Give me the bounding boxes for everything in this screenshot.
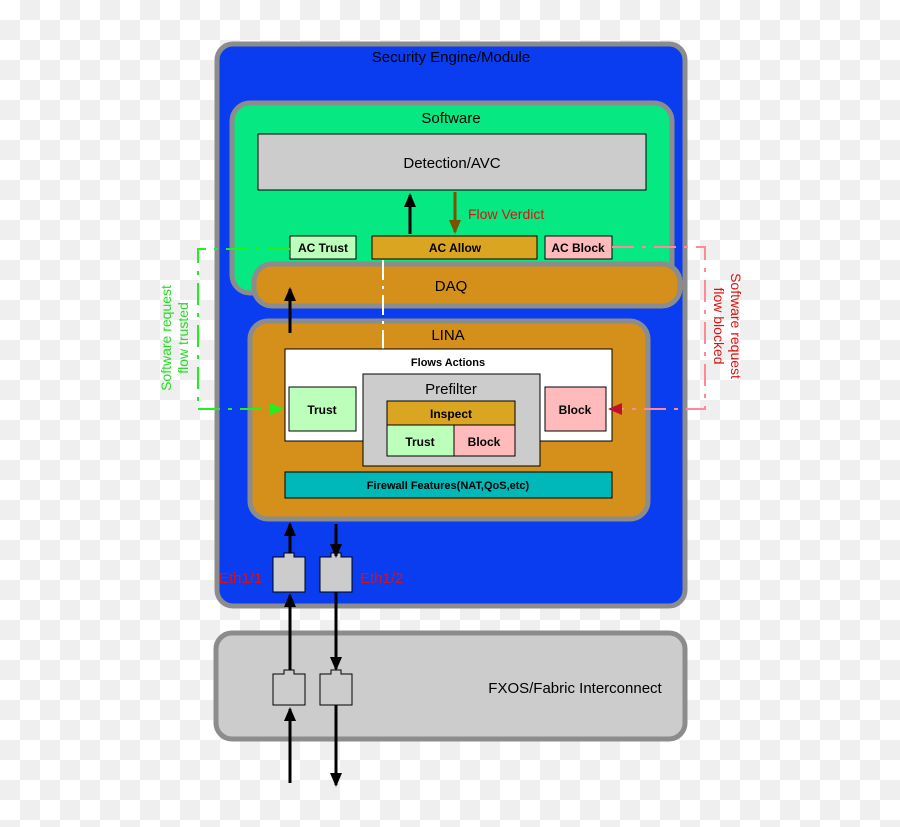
engine-title: Security Engine/Module [372,49,530,66]
flow-verdict-label: Flow Verdict [468,206,544,222]
detection-avc-label: Detection/AVC [403,155,500,172]
trusted-label-line1: Software request [158,285,174,391]
blocked-label-line2: flow blocked [711,287,727,364]
ac-block-label: AC Block [551,241,605,255]
ac-allow-label: AC Allow [429,241,482,255]
fxos-port-1-icon [272,669,306,706]
prefilter-trust-label: Trust [405,435,434,449]
eth1-1-port-icon [272,552,306,593]
eth1-1-label: Eth1/1 [219,570,262,587]
blocked-label-line1: Software request [728,273,744,379]
firewall-features-label: Firewall Features(NAT,QoS,etc) [367,480,530,492]
lina-title: LINA [431,327,464,344]
trusted-label-line2: flow trusted [175,302,191,374]
lina-block-label: Block [559,403,592,417]
prefilter-block-label: Block [468,435,501,449]
architecture-diagram: Security Engine/Module Software Detectio… [158,41,744,787]
prefilter-title: Prefilter [425,381,477,398]
software-title: Software [421,110,480,127]
ac-trust-label: AC Trust [298,241,348,255]
eth1-2-label: Eth1/2 [360,570,403,587]
fxos-title: FXOS/Fabric Interconnect [488,680,662,697]
daq-title: DAQ [435,278,468,295]
lina-trust-label: Trust [307,403,336,417]
eth1-2-port-icon [319,552,353,593]
flows-actions-label: Flows Actions [411,357,485,369]
inspect-label: Inspect [430,407,472,421]
fxos-port-2-icon [319,669,353,706]
